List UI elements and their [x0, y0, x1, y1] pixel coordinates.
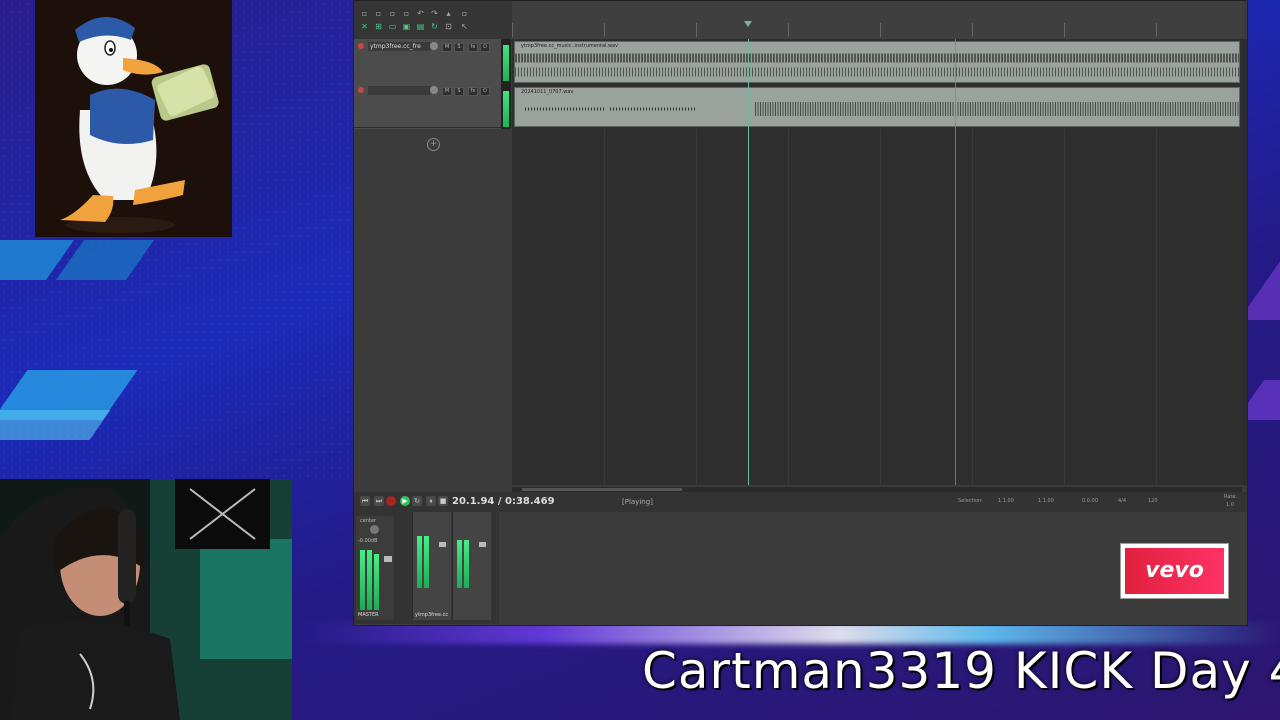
go-to-end-icon[interactable]: ⏭ — [374, 496, 384, 506]
fx-button[interactable]: fx — [468, 43, 478, 52]
go-to-start-icon[interactable]: ⏮ — [360, 496, 370, 506]
track-header[interactable]: M S fx ⏻ — [354, 83, 502, 128]
open-icon[interactable]: ▫ — [374, 9, 383, 18]
bpm-value[interactable]: 120 — [1148, 498, 1158, 504]
auto-crossfade-icon[interactable]: ▣ — [402, 22, 411, 31]
daw-window: ▫ ▫ ▫ ▫ ↶ ↷ ▴ ▫ ✕ ⊞ ▭ ▣ ▤ ↻ ⊡ ↖ ytmp3fre… — [353, 0, 1248, 626]
solo-button[interactable]: S — [454, 87, 464, 96]
time-signature[interactable]: 4/4 — [1118, 498, 1126, 504]
selection-length[interactable]: 0.0.00 — [1082, 498, 1098, 504]
track-meter — [503, 45, 509, 81]
record-arm-button[interactable] — [358, 43, 364, 49]
record-arm-button[interactable] — [358, 87, 364, 93]
vevo-logo: vevo — [1120, 543, 1229, 599]
master-meter — [367, 550, 372, 610]
edit-cursor — [955, 39, 956, 485]
selection-label: Selection: — [958, 498, 983, 504]
strip-meter — [424, 536, 429, 588]
io-button[interactable]: ⏻ — [480, 87, 490, 96]
master-db: -0.00dB — [358, 538, 378, 544]
playhead[interactable] — [748, 39, 749, 485]
strip-fader[interactable] — [439, 542, 446, 547]
metronome-icon[interactable]: ▴ — [444, 9, 453, 18]
undo-icon[interactable]: ↶ — [416, 9, 425, 18]
mixer-strip — [452, 512, 491, 620]
mute-button[interactable]: M — [442, 87, 452, 96]
audio-clip[interactable]: 20241011_0707.wav — [514, 87, 1240, 127]
project-settings-icon[interactable]: ▫ — [402, 9, 411, 18]
fx-button[interactable]: fx — [468, 87, 478, 96]
playhead-marker-icon[interactable] — [744, 21, 752, 27]
rate-value[interactable]: 1.0 — [1226, 502, 1234, 508]
strip-label: ytmp3free.cc — [415, 612, 449, 618]
strip-meter — [457, 540, 462, 588]
stop-button[interactable]: ■ — [438, 496, 448, 506]
add-track-icon[interactable]: + — [427, 138, 440, 151]
master-strip: center -0.00dB MASTER — [356, 516, 394, 620]
ripple-edit-icon[interactable]: ✕ — [360, 22, 369, 31]
cursor-tool-icon[interactable]: ↖ — [460, 22, 469, 31]
mute-button[interactable]: M — [442, 43, 452, 52]
loop-toggle-icon[interactable]: ↻ — [412, 496, 422, 506]
pause-button[interactable]: ⏸ — [426, 496, 436, 506]
io-button[interactable]: ⏻ — [480, 43, 490, 52]
timeline-ruler[interactable] — [512, 1, 1242, 40]
pan-label: center — [360, 518, 377, 524]
solo-button[interactable]: S — [454, 43, 464, 52]
master-meter — [360, 550, 365, 610]
track-meters — [501, 39, 511, 129]
save-icon[interactable]: ▫ — [388, 9, 397, 18]
master-label: MASTER — [358, 612, 379, 618]
webcam-feed — [0, 479, 292, 720]
redo-icon[interactable]: ↷ — [430, 9, 439, 18]
new-project-icon[interactable]: ▫ — [360, 9, 369, 18]
rate-label: Rate: — [1224, 494, 1238, 500]
volume-knob[interactable] — [430, 86, 438, 94]
snap-icon[interactable]: ⊞ — [374, 22, 383, 31]
playback-status: [Playing] — [622, 498, 653, 506]
transport-bar: ⏮ ⏭ ▶ ↻ ⏸ ■ 20.1.94 / 0:38.469 [Playing]… — [354, 492, 1247, 512]
selection-start[interactable]: 1.1.00 — [998, 498, 1014, 504]
track-control-panel: ytmp3free.cc_fre M S fx ⏻ M S fx ⏻ — [354, 39, 502, 129]
track-meter — [503, 91, 509, 127]
daw-toolbar: ▫ ▫ ▫ ▫ ↶ ↷ ▴ ▫ ✕ ⊞ ▭ ▣ ▤ ↻ ⊡ ↖ — [354, 1, 512, 39]
audio-clip[interactable]: ytmp3free.cc_music..instrumental.wav — [514, 41, 1240, 83]
grid-toggle-icon[interactable]: ▫ — [460, 9, 469, 18]
mixer-strip: ytmp3free.cc — [412, 512, 451, 620]
strip-meter — [417, 536, 422, 588]
duck-meme-image — [35, 0, 232, 237]
volume-knob[interactable] — [430, 42, 438, 50]
vertical-scrollbar[interactable] — [1242, 39, 1247, 485]
stream-title: Cartman3319 KICK Day 4 — [642, 642, 1280, 700]
logo-text: vevo — [1145, 558, 1204, 583]
mixer-panel: center -0.00dB MASTER ytmp3free.cc — [354, 512, 499, 624]
strip-meter — [464, 540, 469, 588]
lock-icon[interactable]: ⊡ — [444, 22, 453, 31]
arrange-view[interactable]: ytmp3free.cc_music..instrumental.wav 202… — [512, 39, 1242, 485]
strip-fader[interactable] — [479, 542, 486, 547]
master-fader[interactable] — [384, 556, 392, 562]
play-button[interactable]: ▶ — [400, 496, 410, 506]
track-name[interactable]: ytmp3free.cc_fre — [368, 42, 430, 51]
envelope-lock-icon[interactable]: ▤ — [416, 22, 425, 31]
master-meter — [374, 554, 379, 610]
track-header[interactable]: ytmp3free.cc_fre M S fx ⏻ — [354, 39, 502, 84]
pan-knob[interactable] — [370, 525, 379, 534]
item-grouping-icon[interactable]: ▭ — [388, 22, 397, 31]
loop-icon[interactable]: ↻ — [430, 22, 439, 31]
track-name[interactable] — [368, 86, 430, 95]
time-display: 20.1.94 / 0:38.469 — [452, 496, 555, 507]
selection-end[interactable]: 1.1.00 — [1038, 498, 1054, 504]
record-button[interactable] — [386, 496, 396, 506]
